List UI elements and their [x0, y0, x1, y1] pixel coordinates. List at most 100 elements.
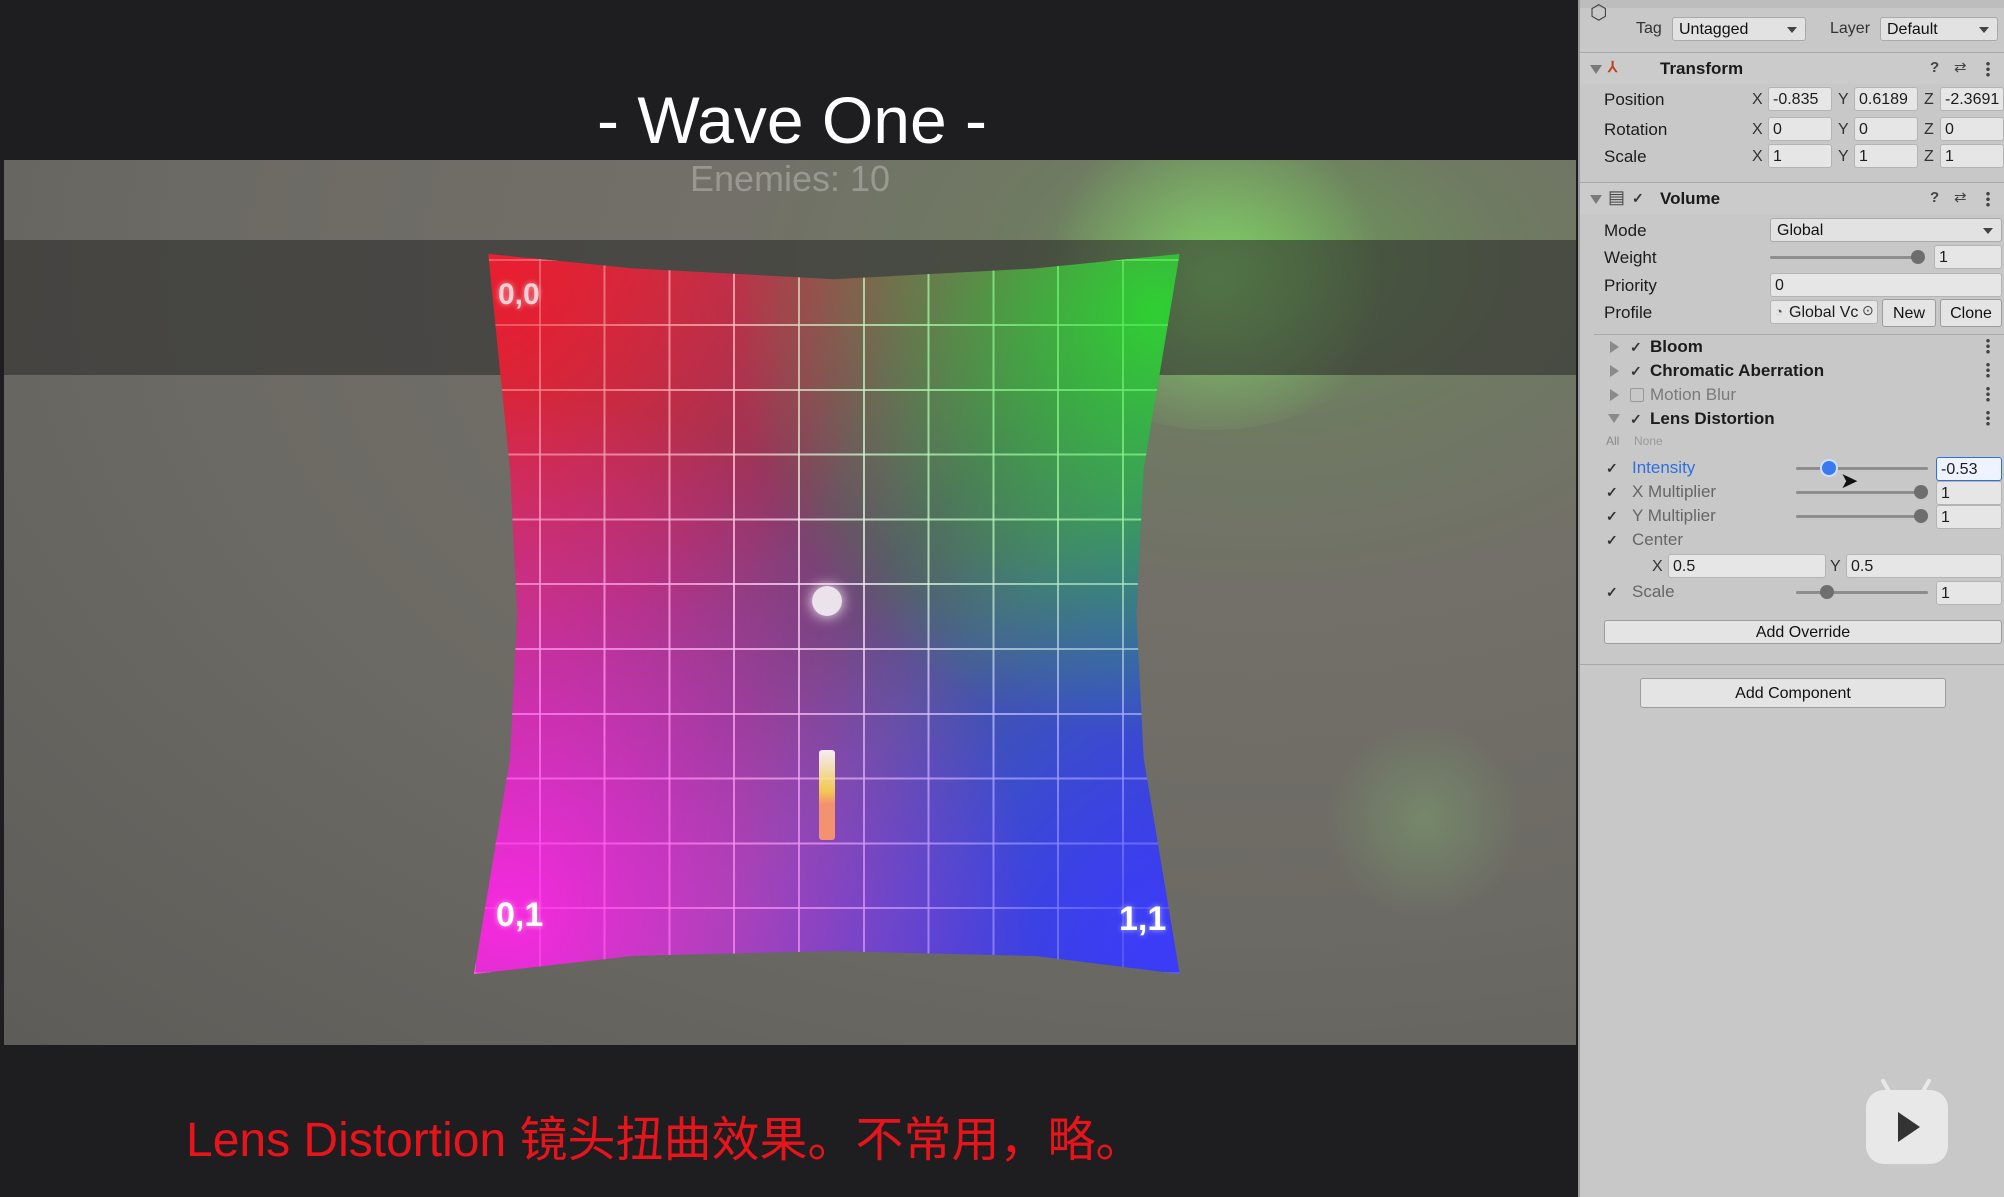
rotation-z-field[interactable]: 0	[1940, 117, 2004, 141]
transform-header[interactable]: ⅄ Transform ? ⇄	[1580, 52, 2004, 84]
x-multiplier-slider-knob[interactable]	[1914, 485, 1928, 499]
intensity-slider-track[interactable]	[1796, 467, 1928, 470]
bloom-checkbox[interactable]: ✓	[1630, 340, 1644, 354]
position-y-field[interactable]: 0.6189	[1854, 87, 1918, 111]
profile-label: Profile	[1604, 303, 1653, 322]
preset-icon[interactable]: ⇄	[1954, 188, 1967, 206]
weight-label: Weight	[1604, 248, 1657, 267]
lens-scale-field[interactable]: 1	[1936, 581, 2002, 605]
x-multiplier-field[interactable]: 1	[1936, 481, 2002, 505]
add-component-button[interactable]: Add Component	[1640, 678, 1946, 708]
y-multiplier-field[interactable]: 1	[1936, 505, 2002, 529]
axis-x-label: X	[1752, 91, 1763, 108]
tag-label: Tag	[1636, 20, 1662, 37]
mode-label: Mode	[1604, 221, 1647, 240]
x-multiplier-slider-track[interactable]	[1796, 491, 1928, 494]
weight-slider-track[interactable]	[1770, 256, 1918, 259]
intensity-field[interactable]: -0.53	[1936, 457, 2002, 481]
preset-icon[interactable]: ⇄	[1954, 58, 1967, 76]
all-toggle[interactable]: All	[1606, 434, 1619, 448]
volume-enabled-checkbox[interactable]: ✓	[1632, 191, 1646, 205]
lens-distortion-checkbox[interactable]: ✓	[1630, 412, 1644, 426]
axis-y-label: Y	[1838, 121, 1849, 138]
y-multiplier-slider-knob[interactable]	[1914, 509, 1928, 523]
axis-y-label: Y	[1838, 148, 1849, 165]
y-multiplier-slider-track[interactable]	[1796, 515, 1928, 518]
override-bloom[interactable]: Bloom	[1650, 337, 1703, 357]
fold-down-icon[interactable]	[1608, 414, 1620, 423]
volume-header[interactable]: ▤ ✓ Volume ? ⇄	[1580, 182, 2004, 214]
lens-scale-label: Scale	[1632, 582, 1675, 601]
corner-label-bottom-left: 0,1	[496, 896, 544, 934]
lens-scale-slider-track[interactable]	[1796, 591, 1928, 594]
motion-blur-checkbox[interactable]	[1630, 388, 1644, 402]
add-override-button[interactable]: Add Override	[1604, 620, 2002, 644]
weight-field[interactable]: 1	[1934, 245, 2002, 269]
profile-value: Global Vc	[1789, 304, 1859, 321]
chromatic-aberration-checkbox[interactable]: ✓	[1630, 364, 1644, 378]
fold-right-icon[interactable]	[1610, 341, 1619, 353]
override-chromatic-aberration[interactable]: Chromatic Aberration	[1650, 361, 1824, 381]
clone-profile-button[interactable]: Clone	[1940, 299, 2002, 327]
object-picker-icon[interactable]: ⊙	[1862, 302, 1874, 319]
center-override-checkbox[interactable]: ✓	[1606, 533, 1620, 547]
tag-dropdown[interactable]: Untagged	[1672, 17, 1806, 41]
x-multiplier-override-checkbox[interactable]: ✓	[1606, 485, 1620, 499]
override-lens-distortion[interactable]: Lens Distortion	[1650, 409, 1775, 429]
more-menu-icon[interactable]	[1986, 338, 1990, 354]
fold-right-icon[interactable]	[1610, 389, 1619, 401]
help-icon[interactable]: ?	[1930, 189, 1939, 206]
scale-x-field[interactable]: 1	[1768, 144, 1832, 168]
help-icon[interactable]: ?	[1930, 59, 1939, 76]
corner-label-bottom-right: 1,1	[1119, 900, 1167, 938]
rotation-x-field[interactable]: 0	[1768, 117, 1832, 141]
fold-down-icon	[1590, 65, 1602, 74]
app-window: 0,0 0,1 1,1 - Wave One - Enemies: 10 Len…	[0, 0, 2004, 1197]
volume-title: Volume	[1660, 189, 1721, 208]
center-y-field[interactable]: 0.5	[1846, 554, 2002, 578]
transform-title: Transform	[1660, 59, 1744, 78]
none-toggle[interactable]: None	[1634, 434, 1663, 448]
scale-z-field[interactable]: 1	[1940, 144, 2004, 168]
position-z-field[interactable]: -2.3691	[1940, 87, 2004, 111]
new-profile-button[interactable]: New	[1882, 299, 1936, 327]
more-menu-icon[interactable]	[1986, 386, 1990, 402]
more-menu-icon[interactable]	[1986, 191, 1990, 207]
game-view: 0,0 0,1 1,1 - Wave One - Enemies: 10 Len…	[0, 0, 1578, 1197]
divider	[1580, 664, 2004, 665]
game-viewport[interactable]: 0,0 0,1 1,1	[4, 160, 1576, 1045]
crosshair-icon	[812, 586, 842, 616]
divider	[1594, 334, 2004, 335]
lens-scale-slider-knob[interactable]	[1820, 585, 1834, 599]
more-menu-icon[interactable]	[1986, 410, 1990, 426]
x-multiplier-label: X Multiplier	[1632, 482, 1717, 501]
axis-y-label: Y	[1838, 91, 1849, 108]
corner-label-top-left: 0,0	[498, 278, 540, 311]
center-y-axis: Y	[1830, 558, 1841, 575]
inspector-panel: ⬡ Tag Untagged Layer Default ⅄ Transform…	[1578, 0, 2004, 1197]
position-x-field[interactable]: -0.835	[1768, 87, 1832, 111]
override-motion-blur[interactable]: Motion Blur	[1650, 385, 1736, 405]
rotation-y-field[interactable]: 0	[1854, 117, 1918, 141]
intensity-override-checkbox[interactable]: ✓	[1606, 461, 1620, 475]
scale-y-field[interactable]: 1	[1854, 144, 1918, 168]
intensity-label: Intensity	[1632, 458, 1696, 477]
priority-field[interactable]: 0	[1770, 273, 2002, 297]
fold-right-icon[interactable]	[1610, 365, 1619, 377]
player-ship	[819, 750, 835, 840]
layer-dropdown[interactable]: Default	[1880, 17, 1998, 41]
center-x-field[interactable]: 0.5	[1668, 554, 1826, 578]
y-multiplier-label: Y Multiplier	[1632, 506, 1716, 525]
rotation-label: Rotation	[1604, 120, 1668, 139]
intensity-slider-knob[interactable]	[1822, 461, 1836, 475]
center-label: Center	[1632, 530, 1684, 549]
y-multiplier-override-checkbox[interactable]: ✓	[1606, 509, 1620, 523]
more-menu-icon[interactable]	[1986, 61, 1990, 77]
gameobject-name-strip	[1580, 0, 2004, 8]
scale-override-checkbox[interactable]: ✓	[1606, 585, 1620, 599]
mode-dropdown[interactable]: Global	[1770, 218, 2002, 242]
weight-slider-knob[interactable]	[1911, 250, 1925, 264]
position-label: Position	[1604, 90, 1665, 109]
video-play-icon	[1866, 1078, 1948, 1164]
more-menu-icon[interactable]	[1986, 362, 1990, 378]
